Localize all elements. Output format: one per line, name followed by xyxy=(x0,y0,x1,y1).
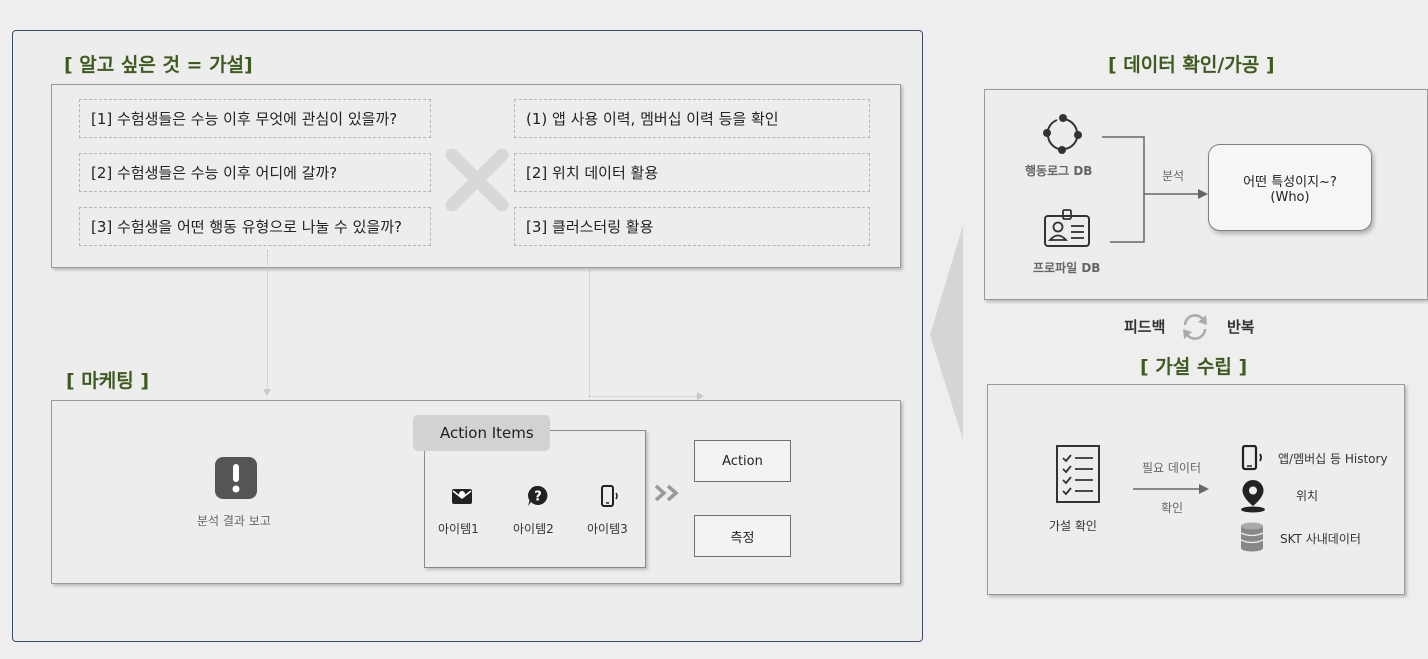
profile-db-label: 프로파일 DB xyxy=(1033,261,1101,275)
method-1: (1) 앱 사용 이력, 멤버십 이력 등을 확인 xyxy=(514,99,870,138)
location-pin-icon xyxy=(1239,479,1267,513)
method-2: [2] 위치 데이터 활용 xyxy=(514,153,870,192)
measure-box: 측정 xyxy=(694,515,791,557)
item-3-label: 아이템3 xyxy=(587,522,628,536)
cycle-icon xyxy=(1041,112,1085,156)
connector-line-right-h xyxy=(589,396,697,397)
data-check-title: [ 데이터 확인/가공 ] xyxy=(1108,54,1275,76)
source-3-label: SKT 사내데이터 xyxy=(1280,532,1361,546)
connector-line-left xyxy=(267,250,268,388)
report-label: 분석 결과 보고 xyxy=(197,514,271,528)
connector-arrow-right xyxy=(697,392,704,400)
result-line-1: 어떤 특성이지~? xyxy=(1243,174,1337,190)
checklist-icon xyxy=(1056,445,1100,503)
chat-question-icon: ? xyxy=(527,485,549,507)
refresh-icon xyxy=(1180,312,1210,342)
cross-icon xyxy=(440,135,515,225)
double-chevron-icon xyxy=(654,484,682,502)
needed-data-arrow xyxy=(1133,480,1211,494)
action-items-title: Action Items xyxy=(413,415,550,451)
mail-icon xyxy=(451,486,473,506)
action-box: Action xyxy=(694,440,791,482)
item-1-label: 아이템1 xyxy=(438,522,479,536)
pointer-wedge xyxy=(928,225,963,440)
behavior-db-label: 행동로그 DB xyxy=(1025,164,1093,178)
result-line-2: (Who) xyxy=(1270,189,1310,205)
feedback-label: 피드백 xyxy=(1124,318,1166,336)
phone-icon xyxy=(600,485,622,507)
source-1-label: 앱/멤버십 등 History xyxy=(1278,452,1388,466)
item-2-label: 아이템2 xyxy=(513,522,554,536)
repeat-label: 반복 xyxy=(1227,318,1255,336)
hypothesis-setup-title: [ 가설 수립 ] xyxy=(1140,356,1248,378)
question-3: [3] 수험생을 어떤 행동 유형으로 나눌 수 있을까? xyxy=(79,207,431,246)
connector-line-right xyxy=(589,270,590,396)
analysis-label: 분석 xyxy=(1162,169,1185,183)
check-label: 확인 xyxy=(1161,501,1184,515)
marketing-title: [ 마케팅 ] xyxy=(66,370,150,392)
alert-icon xyxy=(214,456,258,500)
phone-icon xyxy=(1241,444,1267,471)
needed-data-label: 필요 데이터 xyxy=(1142,461,1202,475)
method-3: [3] 클러스터링 활용 xyxy=(514,207,870,246)
merge-arrow-connector xyxy=(1100,130,1212,246)
database-icon xyxy=(1240,522,1264,552)
source-2-label: 위치 xyxy=(1296,489,1319,503)
result-box: 어떤 특성이지~? (Who) xyxy=(1208,144,1372,231)
question-2: [2] 수험생들은 수능 이후 어디에 갈까? xyxy=(79,153,431,192)
confirm-label: 가설 확인 xyxy=(1049,519,1097,533)
connector-arrow-left xyxy=(263,389,271,396)
svg-text:?: ? xyxy=(534,490,542,505)
hypothesis-title: [ 알고 싶은 것 = 가설] xyxy=(64,54,253,76)
profile-card-icon xyxy=(1044,209,1090,247)
question-1: [1] 수험생들은 수능 이후 무엇에 관심이 있을까? xyxy=(79,99,431,138)
